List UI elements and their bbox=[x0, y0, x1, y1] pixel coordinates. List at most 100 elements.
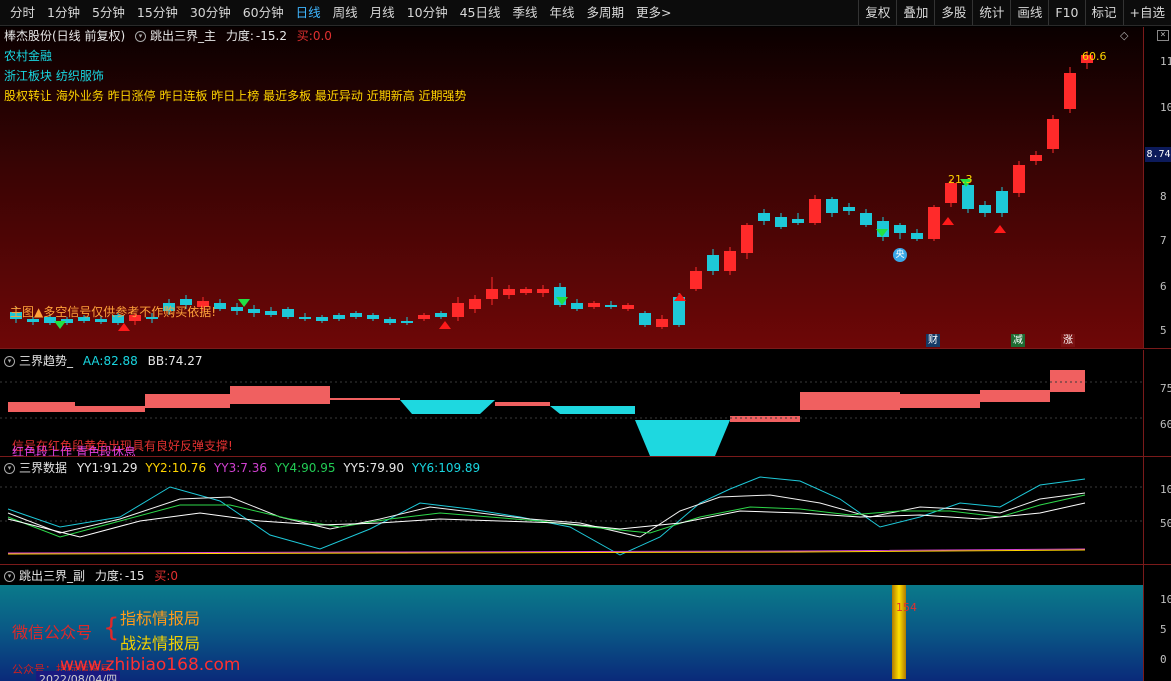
high-price-label: 60.6 bbox=[1082, 50, 1107, 63]
candle-body bbox=[775, 217, 787, 227]
candle-body bbox=[367, 315, 379, 319]
period-tab-14[interactable]: 更多> bbox=[630, 0, 677, 25]
period-tab-8[interactable]: 月线 bbox=[364, 0, 401, 25]
cyan-trend-band bbox=[550, 406, 635, 414]
sell-signal-triangle bbox=[54, 321, 66, 329]
buy-signal-triangle bbox=[994, 225, 1006, 233]
tool-button-5[interactable]: F10 bbox=[1048, 0, 1084, 25]
bb-value: 74.27 bbox=[168, 354, 203, 368]
red-trend-band bbox=[1050, 370, 1085, 392]
brace-glyph: { bbox=[103, 613, 120, 643]
red-trend-band bbox=[495, 402, 550, 406]
candle-body bbox=[894, 225, 906, 233]
brand-2: 战法情报局 bbox=[120, 634, 201, 653]
tool-button-7[interactable]: +自选 bbox=[1122, 0, 1171, 25]
candle-body bbox=[401, 321, 413, 323]
period-tab-9[interactable]: 10分钟 bbox=[401, 0, 454, 25]
indicator-toggle-icon[interactable]: ▾ bbox=[4, 463, 15, 474]
trend-axis: 75 60 bbox=[1143, 350, 1171, 456]
data-axis: 10 50 bbox=[1143, 457, 1171, 564]
panel-divider[interactable] bbox=[0, 348, 1171, 349]
trend-panel[interactable]: ▾ 三界趋势_ AA:82.88 BB:74.27 信号在红色段黄色出现具有良好反… bbox=[0, 350, 1143, 456]
red-trend-band bbox=[980, 390, 1050, 402]
candle-body bbox=[843, 207, 855, 211]
data-header: ▾ 三界数据 YY1:91.29 YY2:10.76 YY3:7.36 YY4:9… bbox=[4, 459, 480, 476]
sub-indicator-panel[interactable]: ▾ 跳出三界_副 力度: -15 买:0 154 微信公众号 { 指标情报局 战法情… bbox=[0, 565, 1143, 681]
tool-button-2[interactable]: 多股 bbox=[934, 0, 972, 25]
red-trend-band bbox=[900, 394, 980, 408]
signal-bar bbox=[892, 585, 906, 679]
candle-body bbox=[928, 207, 940, 239]
candle-body bbox=[299, 317, 311, 319]
candle-body bbox=[809, 199, 821, 223]
close-icon[interactable]: × bbox=[1157, 30, 1169, 41]
period-tab-10[interactable]: 45日线 bbox=[454, 0, 507, 25]
candle-body bbox=[316, 317, 328, 321]
disclaimer-note: 主图▲多空信号仅供参考不作购买依据! bbox=[10, 305, 217, 319]
indicator-toggle-icon[interactable]: ▾ bbox=[4, 571, 15, 582]
signal-bar-label: 154 bbox=[896, 601, 917, 614]
candle-body bbox=[248, 309, 260, 313]
main-price-axis: × 11 10 8.74 8 7 6 5 bbox=[1143, 27, 1171, 348]
red-trend-band bbox=[730, 416, 800, 422]
main-chart-panel[interactable]: 棒杰股份(日线 前复权) ▾ 跳出三界_主 力度: -15.2 买:0.0 农村金融… bbox=[0, 27, 1143, 348]
sell-signal-triangle bbox=[238, 299, 250, 307]
period-tab-6[interactable]: 日线 bbox=[290, 0, 327, 25]
candle-body bbox=[350, 313, 362, 317]
period-tab-13[interactable]: 多周期 bbox=[581, 0, 631, 25]
period-tab-0[interactable]: 分时 bbox=[4, 0, 41, 25]
cyan-trend-band bbox=[635, 420, 730, 456]
candle-body bbox=[1013, 165, 1025, 193]
candle-body bbox=[724, 251, 736, 271]
period-tab-2[interactable]: 5分钟 bbox=[86, 0, 131, 25]
diamond-icon[interactable]: ◇ bbox=[1120, 29, 1128, 42]
period-tab-1[interactable]: 1分钟 bbox=[41, 0, 86, 25]
tool-button-4[interactable]: 画线 bbox=[1010, 0, 1048, 25]
candle-body bbox=[452, 303, 464, 317]
period-tab-5[interactable]: 60分钟 bbox=[237, 0, 290, 25]
candle-body bbox=[571, 303, 583, 309]
candle-body bbox=[418, 315, 430, 319]
candle-body bbox=[384, 319, 396, 323]
candle-body bbox=[622, 305, 634, 309]
tool-button-3[interactable]: 统计 bbox=[972, 0, 1010, 25]
indicator-toggle-icon[interactable]: ▾ bbox=[4, 356, 15, 367]
candle-body bbox=[979, 205, 991, 213]
period-tab-4[interactable]: 30分钟 bbox=[184, 0, 237, 25]
period-tab-7[interactable]: 周线 bbox=[327, 0, 364, 25]
candle-body bbox=[537, 289, 549, 293]
candle-body bbox=[231, 307, 243, 311]
candlestick-chart bbox=[10, 51, 1093, 331]
candle-body bbox=[826, 199, 838, 213]
tool-button-6[interactable]: 标记 bbox=[1084, 0, 1123, 25]
limit-up-mark[interactable]: 涨 bbox=[1061, 334, 1075, 347]
period-tabs: 分时 1分钟 5分钟 15分钟 30分钟 60分钟 日线 周线 月线 10分钟 45日线 季线 年线 多周… bbox=[0, 0, 678, 25]
candle-body bbox=[486, 289, 498, 299]
candle-body bbox=[469, 299, 481, 309]
red-trend-band bbox=[145, 394, 230, 408]
candle-body bbox=[282, 309, 294, 317]
brand-1: 指标情报局 bbox=[120, 609, 201, 628]
reduce-mark[interactable]: 减 bbox=[1011, 334, 1025, 347]
finance-mark[interactable]: 财 bbox=[926, 334, 940, 347]
candle-body bbox=[265, 311, 277, 315]
candle-body bbox=[1047, 119, 1059, 149]
period-tab-3[interactable]: 15分钟 bbox=[131, 0, 184, 25]
candle-body bbox=[1064, 73, 1076, 109]
data-panel[interactable]: ▾ 三界数据 YY1:91.29 YY2:10.76 YY3:7.36 YY4:9… bbox=[0, 457, 1143, 564]
tool-buttons: 复权 叠加 多股 统计 画线 F10 标记 +自选 bbox=[858, 0, 1171, 25]
candle-body bbox=[656, 319, 668, 327]
candle-body bbox=[520, 289, 532, 293]
signal-badge[interactable]: 央 bbox=[893, 248, 907, 262]
candle-body bbox=[503, 289, 515, 295]
period-tab-12[interactable]: 年线 bbox=[544, 0, 581, 25]
candle-body bbox=[588, 303, 600, 307]
buy-signal-triangle bbox=[439, 321, 451, 329]
period-toolbar: 分时 1分钟 5分钟 15分钟 30分钟 60分钟 日线 周线 月线 10分钟 45日线 季线 年线 多周… bbox=[0, 0, 1171, 26]
sub-axis: 10 5 0 bbox=[1143, 565, 1171, 681]
wechat-label: 微信公众号 bbox=[12, 623, 93, 642]
tool-button-0[interactable]: 复权 bbox=[858, 0, 896, 25]
period-tab-11[interactable]: 季线 bbox=[507, 0, 544, 25]
candle-body bbox=[673, 297, 685, 325]
tool-button-1[interactable]: 叠加 bbox=[896, 0, 934, 25]
